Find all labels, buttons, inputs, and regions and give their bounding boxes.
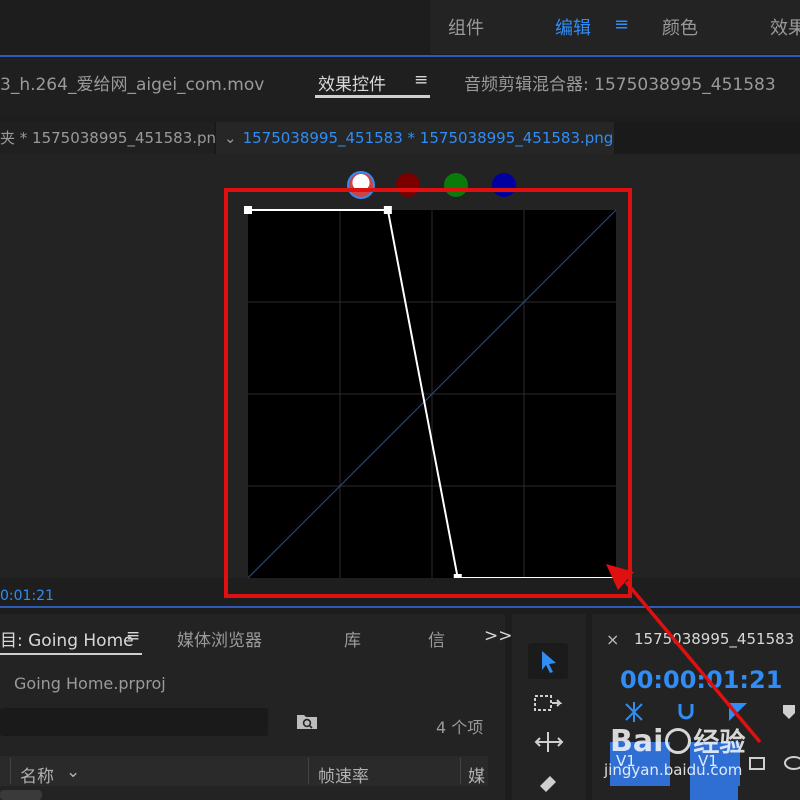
workspace-divider bbox=[0, 55, 800, 57]
workspace-switcher: 组件 编辑 ≡ 颜色 效果 bbox=[430, 0, 800, 54]
workspace-tab-color[interactable]: 颜色 bbox=[662, 14, 698, 40]
paw-icon bbox=[665, 728, 692, 754]
clip-subtabs: 夹 * 1575038995_451583.png ⌄ 1575038995_45… bbox=[0, 122, 800, 154]
snap-icon[interactable] bbox=[622, 700, 646, 724]
close-icon[interactable]: × bbox=[606, 630, 619, 649]
new-bin-search-icon[interactable] bbox=[296, 712, 318, 730]
watermark-brand-suffix: 经验 bbox=[693, 728, 746, 758]
curve-control-point[interactable] bbox=[244, 206, 252, 214]
column-frame-rate[interactable]: 帧速率 bbox=[318, 762, 369, 787]
hamburger-icon[interactable]: ≡ bbox=[414, 70, 428, 90]
column-divider bbox=[10, 758, 11, 784]
razor-tool-icon[interactable] bbox=[534, 768, 564, 798]
workspace-tab-assembly[interactable]: 组件 bbox=[448, 14, 484, 40]
track-target-v2[interactable] bbox=[690, 786, 738, 800]
hamburger-icon[interactable]: ≡ bbox=[126, 626, 140, 646]
subtab-master-clip[interactable]: 夹 * 1575038995_451583.png bbox=[0, 122, 226, 154]
track-select-icon[interactable] bbox=[532, 690, 568, 718]
tab-info[interactable]: 信 bbox=[428, 626, 445, 651]
baidu-watermark: Bai 经验 jingyan.baidu.com bbox=[604, 724, 746, 780]
column-divider bbox=[460, 758, 461, 784]
playhead-timecode[interactable]: 0:01:21 bbox=[0, 588, 54, 604]
linked-selection-icon[interactable] bbox=[674, 700, 698, 724]
subtab-label: 夹 * 1575038995_451583.png bbox=[0, 129, 226, 147]
subtab-sequence-clip[interactable]: ⌄ 1575038995_451583 * 1575038995_451583.p… bbox=[216, 122, 614, 154]
selection-tool-button[interactable] bbox=[528, 643, 568, 679]
tab-effects-controls[interactable]: 效果控件 bbox=[318, 70, 386, 95]
search-input[interactable] bbox=[0, 708, 268, 736]
hamburger-icon[interactable]: ≡ bbox=[614, 14, 629, 35]
curve-control-point[interactable] bbox=[383, 206, 392, 214]
selection-arrow-icon bbox=[542, 651, 556, 673]
project-file-name: Going Home.prproj bbox=[14, 674, 166, 693]
tab-project[interactable]: 目: Going Home bbox=[0, 626, 134, 651]
active-tab-underline bbox=[315, 95, 430, 98]
effect-timeline-strip bbox=[0, 578, 800, 606]
toggle-track-output-icon[interactable] bbox=[748, 754, 768, 772]
tab-sequence[interactable]: 1575038995_451583 bbox=[634, 630, 794, 648]
watermark-url: jingyan.baidu.com bbox=[604, 761, 743, 779]
panel-header: 3_h.264_爱给网_aigei_com.mov 效果控件 ≡ 音频剪辑混合器… bbox=[0, 58, 800, 116]
active-tab-underline bbox=[0, 653, 142, 655]
expand-panels-icon[interactable]: >> bbox=[484, 626, 513, 646]
watermark-brand: Bai bbox=[610, 724, 664, 759]
settings-wrench-icon[interactable] bbox=[780, 702, 798, 722]
tab-media-browser[interactable]: 媒体浏览器 bbox=[177, 626, 262, 651]
column-divider bbox=[308, 758, 309, 784]
sequence-timecode[interactable]: 00:00:01:21 bbox=[620, 666, 782, 694]
workspace-tab-effects[interactable]: 效果 bbox=[770, 14, 800, 40]
workspace-tab-editing[interactable]: 编辑 bbox=[555, 14, 591, 40]
column-name[interactable]: 名称 bbox=[20, 762, 54, 787]
rgb-curves-editor[interactable] bbox=[226, 190, 632, 596]
tab-source-clip[interactable]: 3_h.264_爱给网_aigei_com.mov bbox=[0, 70, 264, 95]
subtab-label: 1575038995_451583 * 1575038995_451583.pn… bbox=[242, 129, 614, 147]
eye-icon[interactable] bbox=[784, 754, 800, 772]
add-marker-icon[interactable] bbox=[726, 700, 750, 724]
chevron-down-icon[interactable]: ⌄ bbox=[66, 762, 80, 782]
chevron-down-icon: ⌄ bbox=[224, 129, 237, 147]
panel-divider bbox=[0, 606, 800, 608]
column-media[interactable]: 媒 bbox=[468, 762, 485, 787]
item-count: 4 个项 bbox=[436, 718, 484, 737]
tab-audio-clip-mixer[interactable]: 音频剪辑混合器: 1575038995_451583 bbox=[464, 70, 776, 95]
tab-library[interactable]: 库 bbox=[344, 626, 361, 651]
ripple-edit-icon[interactable] bbox=[532, 728, 568, 756]
list-item[interactable] bbox=[0, 790, 42, 800]
